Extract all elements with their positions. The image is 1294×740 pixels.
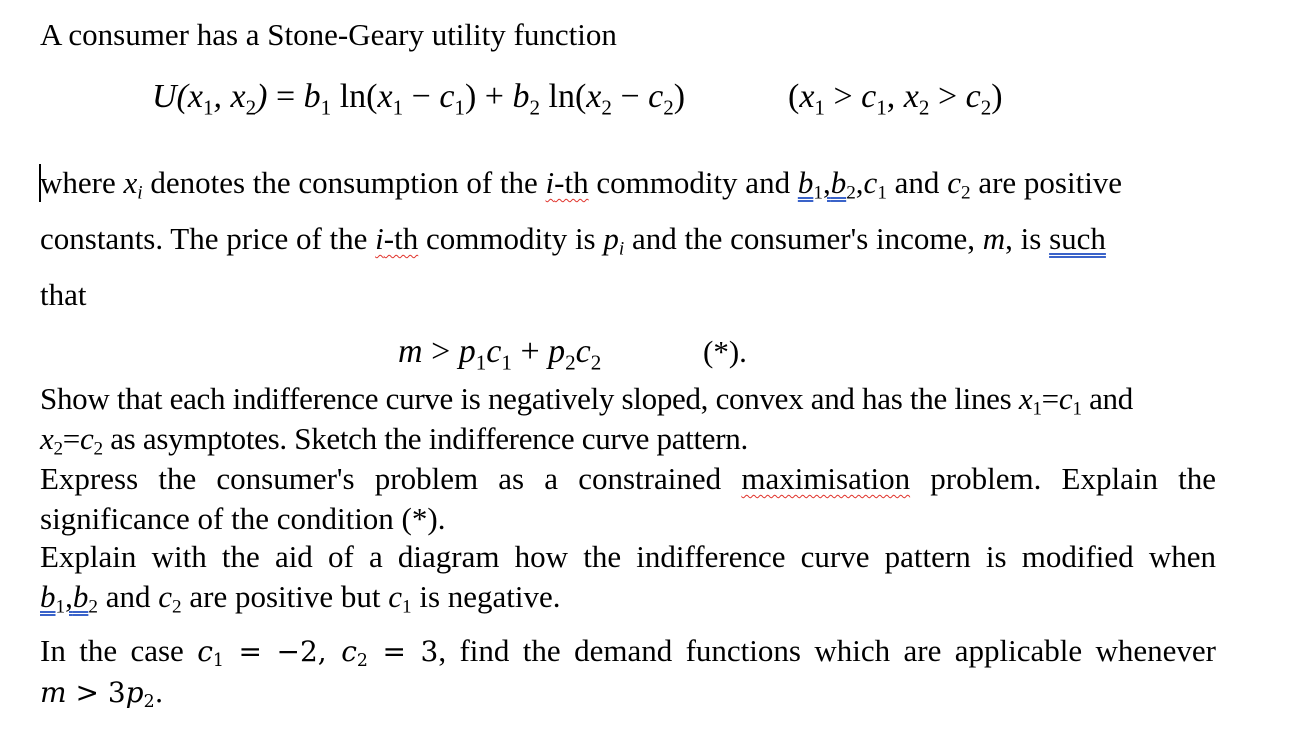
q3-line1[interactable]: Explain with the aid of a diagram how th… <box>40 539 1216 575</box>
sub-i: i <box>618 238 625 260</box>
text: that <box>40 277 87 312</box>
text: and <box>894 165 940 200</box>
sub-1: 1 <box>877 182 887 204</box>
text: are positive but <box>189 579 381 614</box>
var-c: c <box>947 165 961 200</box>
text: and <box>105 579 151 614</box>
sub-1: 1 <box>813 182 823 204</box>
ith-i: i <box>375 221 384 256</box>
budget-condition: m > p1c1 + p2c2 <box>398 333 602 375</box>
para1-line1[interactable]: where xi denotes the consumption of the … <box>40 165 1123 204</box>
var-b: b <box>830 165 847 200</box>
q2-line1[interactable]: Express the consumer's problem as a cons… <box>40 461 1216 497</box>
period: . <box>154 676 164 709</box>
text: commodity and <box>596 165 791 200</box>
var-c: c <box>486 333 502 370</box>
text: as asymptotes. Sketch the indifference c… <box>110 421 748 456</box>
text: are positive <box>978 165 1123 200</box>
para1-line2[interactable]: constants. The price of the i-th commodi… <box>40 221 1106 260</box>
plus-sign: + <box>520 333 540 370</box>
spellcheck-ith[interactable]: i-th <box>546 165 589 200</box>
spellcheck-ith[interactable]: i-th <box>375 221 418 256</box>
ith-suffix: -th <box>554 165 589 200</box>
intro-text: A consumer has a Stone-Geary utility fun… <box>40 17 617 53</box>
q2-line2[interactable]: significance of the condition (*). <box>40 501 445 537</box>
c1-value: −2 <box>276 635 318 668</box>
text: and <box>1089 381 1133 416</box>
sub-i: i <box>137 182 143 204</box>
text: is negative. <box>419 579 561 614</box>
var-m: m <box>982 221 1006 256</box>
q3-line2[interactable]: b1,b2 and c2 are positive but c1 is nega… <box>40 579 561 616</box>
q4-line1[interactable]: In the case c1 = −2, c2 = 3, find the de… <box>40 633 1216 670</box>
condition-label: (*). <box>703 334 747 370</box>
text: Explain with the aid of a diagram how th… <box>40 539 1216 574</box>
comma: , <box>822 165 831 200</box>
var-m: m <box>398 333 423 370</box>
text: where <box>40 165 116 200</box>
grammar-b1-b2[interactable]: b1,b <box>797 165 847 204</box>
star-label: (*). <box>703 334 747 369</box>
c2-value: 3 <box>420 635 439 668</box>
grammar-b1-b2[interactable]: b1,b <box>40 579 88 616</box>
text: problem. Explain the <box>930 461 1217 496</box>
text: Express the consumer's problem as a cons… <box>40 461 722 496</box>
para1-line3[interactable]: that <box>40 277 87 313</box>
text: , find the demand functions which are ap… <box>438 633 1216 668</box>
text: denotes the consumption of the <box>150 165 538 200</box>
comma: , <box>855 165 864 200</box>
text: Show that each indifference curve is neg… <box>40 381 1012 416</box>
q1-line2[interactable]: x2=c2 as asymptotes. Sketch the indiffer… <box>40 421 748 458</box>
utility-equation: U(x1, x2) = b1 ln(x1 − c1) + b2 ln(x2 − … <box>152 78 686 120</box>
sub-2: 2 <box>846 182 856 204</box>
text: commodity is <box>425 221 596 256</box>
var-p: p <box>603 221 619 256</box>
var-x: x <box>123 165 138 200</box>
sub-2: 2 <box>960 182 971 204</box>
var-b: b <box>797 165 814 200</box>
text: and the consumer's income, <box>631 221 976 256</box>
ith-i: i <box>545 165 555 200</box>
var-p: p <box>548 333 566 370</box>
grammar-such[interactable]: such <box>1049 221 1106 256</box>
var-c: c <box>863 165 878 200</box>
q1-line1[interactable]: Show that each indifference curve is neg… <box>40 381 1133 418</box>
utility-domain: (x1 > c1, x2 > c2) <box>788 78 1003 120</box>
q4-line2[interactable]: m > 3p2. <box>40 675 164 711</box>
var-c: c <box>575 333 591 370</box>
text: constants. The price of the <box>40 221 368 256</box>
gt-sign: > <box>431 333 451 370</box>
text: , is <box>1005 221 1042 256</box>
spellcheck-maximisation[interactable]: maximisation <box>741 461 910 496</box>
text: In the case <box>40 633 184 668</box>
var-p: p <box>458 333 476 370</box>
text: significance of the condition (*). <box>40 501 446 536</box>
intro-label: A consumer has a Stone-Geary utility fun… <box>40 17 617 52</box>
ith-suffix: -th <box>383 221 419 256</box>
